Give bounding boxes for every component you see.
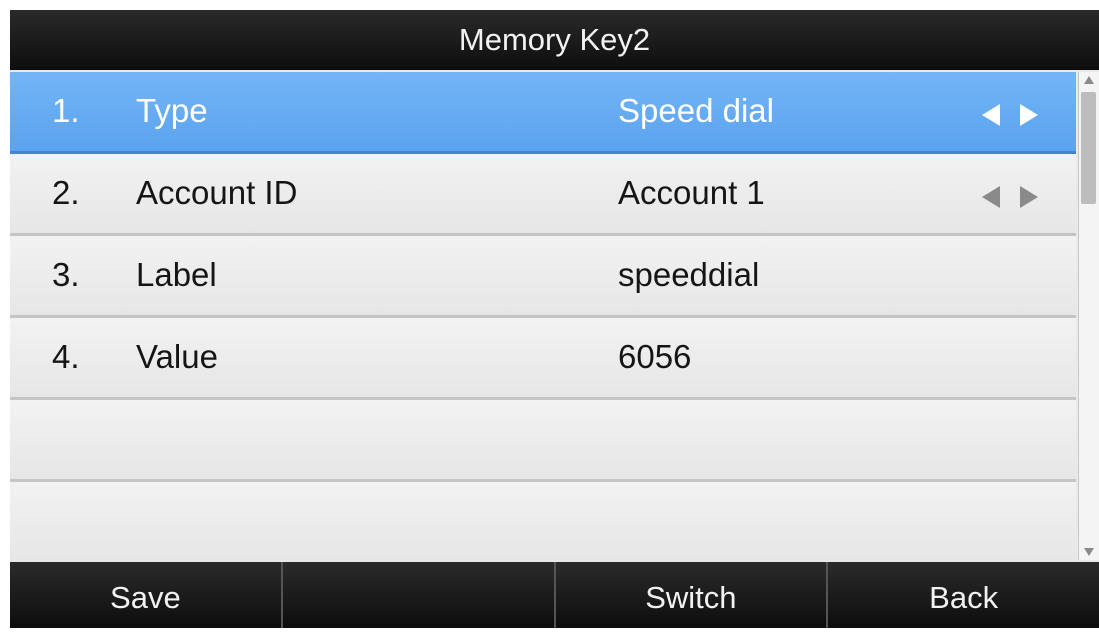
item-number: 4. bbox=[52, 338, 80, 375]
arrow-right-icon[interactable] bbox=[1020, 186, 1038, 208]
list-item-value[interactable]: 4. Value 6056 bbox=[10, 318, 1076, 400]
phone-screen: Memory Key2 1. Type Speed dial 2. Accoun… bbox=[10, 10, 1099, 628]
item-value: speeddial bbox=[618, 256, 760, 293]
item-value: Account 1 bbox=[618, 174, 765, 211]
scroll-up-icon[interactable] bbox=[1084, 76, 1094, 84]
item-number: 3. bbox=[52, 256, 80, 293]
switch-softkey[interactable]: Switch bbox=[556, 562, 829, 628]
scroll-thumb[interactable] bbox=[1081, 92, 1096, 204]
title-bar: Memory Key2 bbox=[10, 10, 1099, 70]
back-softkey[interactable]: Back bbox=[828, 562, 1099, 628]
item-value: 6056 bbox=[618, 338, 692, 375]
arrow-left-icon[interactable] bbox=[982, 186, 1000, 208]
item-label: Value bbox=[136, 338, 218, 375]
item-label: Label bbox=[136, 256, 217, 293]
arrow-right-icon[interactable] bbox=[1020, 104, 1038, 126]
softkey-bar: Save Switch Back bbox=[10, 562, 1099, 628]
settings-list: 1. Type Speed dial 2. Account ID Account… bbox=[10, 72, 1076, 560]
page-title: Memory Key2 bbox=[458, 22, 651, 57]
empty-softkey[interactable] bbox=[283, 562, 556, 628]
scrollbar[interactable] bbox=[1078, 72, 1099, 560]
item-number: 1. bbox=[52, 92, 80, 129]
item-label: Account ID bbox=[136, 174, 298, 211]
item-value: Speed dial bbox=[618, 92, 774, 129]
empty-row bbox=[10, 482, 1076, 560]
value-switcher[interactable] bbox=[974, 92, 1064, 132]
arrow-left-icon[interactable] bbox=[982, 104, 1000, 126]
scroll-down-icon[interactable] bbox=[1084, 548, 1094, 556]
list-item-label[interactable]: 3. Label speeddial bbox=[10, 236, 1076, 318]
item-number: 2. bbox=[52, 174, 80, 211]
value-switcher[interactable] bbox=[974, 174, 1064, 214]
item-label: Type bbox=[136, 92, 208, 129]
list-item-account-id[interactable]: 2. Account ID Account 1 bbox=[10, 154, 1076, 236]
save-softkey[interactable]: Save bbox=[10, 562, 283, 628]
empty-row bbox=[10, 400, 1076, 482]
list-item-type[interactable]: 1. Type Speed dial bbox=[10, 72, 1076, 154]
